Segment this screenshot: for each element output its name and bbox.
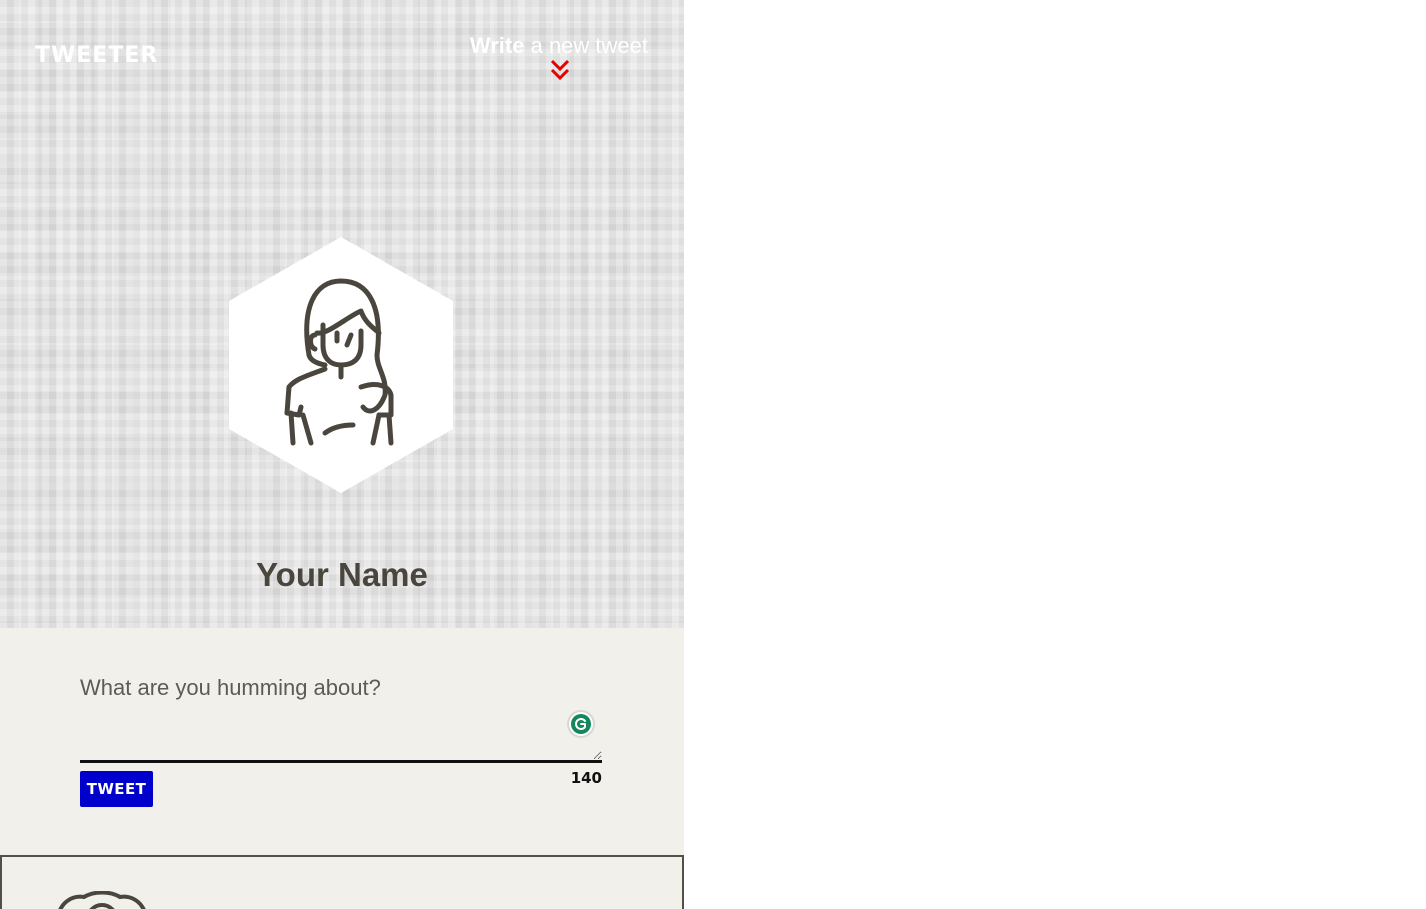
- double-chevron-down-icon: [550, 59, 570, 81]
- write-tweet-label-rest: a new tweet: [524, 33, 648, 58]
- profile-header: TWEETER Write a new tweet Your Name: [0, 0, 684, 628]
- tweet-card: [0, 855, 684, 909]
- profile-avatar: [229, 237, 453, 493]
- write-tweet-label-strong: Write: [469, 33, 525, 58]
- tweet-input[interactable]: [80, 665, 602, 763]
- tweet-composer: [80, 665, 602, 765]
- character-counter: 140: [570, 769, 602, 787]
- app-column: TWEETER Write a new tweet Your Name What…: [0, 0, 684, 909]
- tweet-author-avatar-icon: [58, 891, 146, 909]
- write-tweet-label: Write a new tweet: [470, 33, 648, 59]
- tweet-button[interactable]: TWEET: [80, 771, 153, 807]
- app-logo: TWEETER: [35, 43, 159, 68]
- grammarly-widget[interactable]: [569, 712, 593, 736]
- write-tweet-toggle[interactable]: Write a new tweet: [470, 33, 652, 87]
- profile-name: Your Name: [256, 556, 428, 593]
- grammarly-icon: [571, 714, 591, 734]
